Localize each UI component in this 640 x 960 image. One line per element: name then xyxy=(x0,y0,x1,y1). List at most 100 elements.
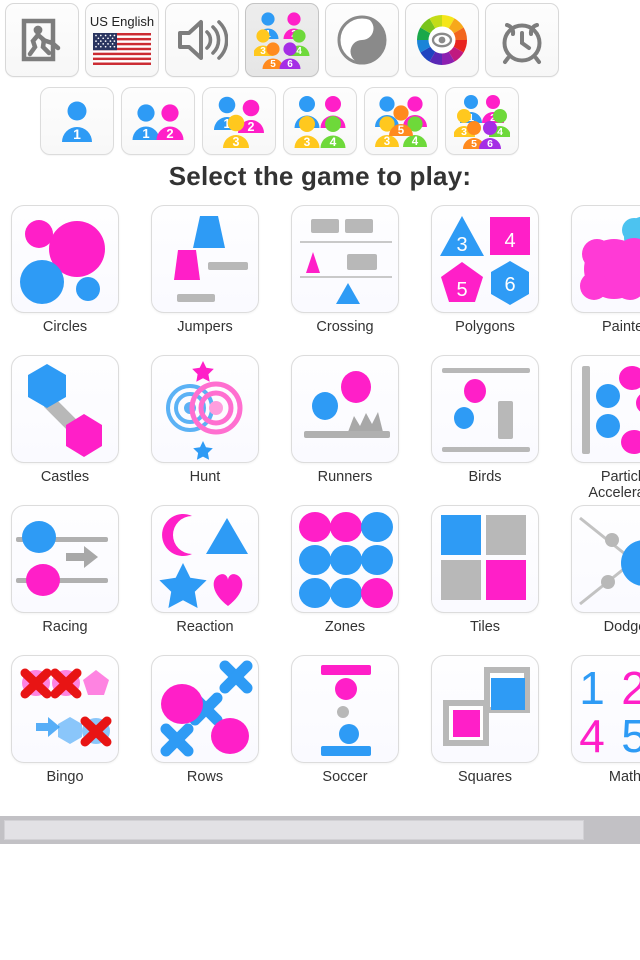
player-count-selector: 1 1 2 1 2 3 1 xyxy=(0,86,640,156)
game-label: Hunt xyxy=(189,469,221,485)
game-thumbnail xyxy=(11,355,119,463)
svg-text:4: 4 xyxy=(330,135,337,148)
svg-text:1: 1 xyxy=(73,126,81,142)
game-label: Particle Accelerator xyxy=(588,469,640,501)
six-players-icon: 1 2 3 4 xyxy=(254,12,310,69)
svg-text:4: 4 xyxy=(296,46,302,57)
players-button[interactable]: 1 2 3 4 xyxy=(245,3,319,77)
game-circles[interactable]: Circles xyxy=(11,205,119,335)
game-painter[interactable]: Painter xyxy=(571,205,640,335)
players-4[interactable]: 1 2 3 4 xyxy=(283,87,357,155)
game-grid: Circles Jumpers Crossing 3 4 5 6 Polygon… xyxy=(0,205,640,810)
game-squares[interactable]: Squares xyxy=(431,655,539,785)
game-bingo[interactable]: Bingo xyxy=(11,655,119,785)
language-button[interactable]: US English xyxy=(85,3,159,77)
svg-text:3: 3 xyxy=(384,136,390,148)
players-2[interactable]: 1 2 xyxy=(121,87,195,155)
svg-text:6: 6 xyxy=(487,138,493,149)
game-jumpers[interactable]: Jumpers xyxy=(151,205,259,335)
game-label: Zones xyxy=(324,619,366,635)
game-thumbnail xyxy=(151,505,259,613)
svg-text:4: 4 xyxy=(504,230,515,252)
game-thumbnail xyxy=(151,655,259,763)
game-crossing[interactable]: Crossing xyxy=(291,205,399,335)
game-thumbnail xyxy=(11,205,119,313)
three-players-icon: 1 2 3 xyxy=(214,96,264,148)
horizontal-scrollbar[interactable] xyxy=(0,816,640,844)
speaker-icon xyxy=(178,20,228,60)
players-6[interactable]: 1 2 3 4 5 6 xyxy=(445,87,519,155)
top-toolbar: US English 3 4 5 6 xyxy=(0,0,640,80)
alarm-clock-icon xyxy=(502,23,542,64)
game-math[interactable]: 1 2 4 5 Math xyxy=(571,655,640,785)
theme-button[interactable] xyxy=(325,3,399,77)
game-label: Squares xyxy=(457,769,512,785)
game-particle-accelerator[interactable]: Particle Accelerator xyxy=(571,355,640,501)
game-label: Circles xyxy=(42,319,88,335)
game-label: Math xyxy=(608,769,640,785)
game-thumbnail: 1 2 4 5 xyxy=(571,655,640,763)
players-5[interactable]: 1 2 3 4 5 xyxy=(364,87,438,155)
svg-text:3: 3 xyxy=(456,234,467,256)
game-row: Bingo Rows Soccer Squares 1 4 Math xyxy=(0,655,640,805)
game-label: Racing xyxy=(42,619,88,635)
game-row: Circles Jumpers Crossing 3 4 5 6 Polygon… xyxy=(0,205,640,355)
game-runners[interactable]: Runners xyxy=(291,355,399,485)
us-flag-icon xyxy=(93,33,151,65)
game-thumbnail xyxy=(11,655,119,763)
six-players-icon-alt: 1 2 3 4 5 6 xyxy=(454,95,510,149)
svg-text:5: 5 xyxy=(456,279,467,301)
game-label: Dodge xyxy=(603,619,640,635)
players-3[interactable]: 1 2 3 xyxy=(202,87,276,155)
svg-text:6: 6 xyxy=(287,59,293,69)
game-soccer[interactable]: Soccer xyxy=(291,655,399,785)
svg-text:5: 5 xyxy=(270,59,276,69)
colors-button[interactable] xyxy=(405,3,479,77)
svg-text:2: 2 xyxy=(166,126,173,141)
exit-button[interactable] xyxy=(5,3,79,77)
exit-door-icon xyxy=(21,18,61,62)
game-rows[interactable]: Rows xyxy=(151,655,259,785)
timer-button[interactable] xyxy=(485,3,559,77)
game-thumbnail xyxy=(431,355,539,463)
svg-text:1: 1 xyxy=(579,662,605,714)
svg-text:5: 5 xyxy=(471,138,477,149)
game-label: Runners xyxy=(317,469,373,485)
game-tiles[interactable]: Tiles xyxy=(431,505,539,635)
svg-text:5: 5 xyxy=(621,710,640,762)
game-castles[interactable]: Castles xyxy=(11,355,119,485)
game-birds[interactable]: Birds xyxy=(431,355,539,485)
language-label: US English xyxy=(89,14,155,29)
game-racing[interactable]: Racing xyxy=(11,505,119,635)
game-hunt[interactable]: Hunt xyxy=(151,355,259,485)
game-dodge[interactable]: Dodge xyxy=(571,505,640,635)
four-players-icon: 1 2 3 4 xyxy=(294,96,346,148)
players-1[interactable]: 1 xyxy=(40,87,114,155)
game-label: Birds xyxy=(468,469,502,485)
svg-text:4: 4 xyxy=(412,136,419,148)
game-label: Polygons xyxy=(455,319,515,335)
svg-text:3: 3 xyxy=(260,46,266,57)
game-polygons[interactable]: 3 4 5 6 Polygons xyxy=(431,205,539,335)
game-zones[interactable]: Zones xyxy=(291,505,399,635)
game-reaction[interactable]: Reaction xyxy=(151,505,259,635)
svg-text:3: 3 xyxy=(233,135,240,148)
game-thumbnail xyxy=(291,205,399,313)
svg-text:6: 6 xyxy=(504,274,515,296)
scrollbar-thumb[interactable] xyxy=(4,820,584,840)
two-players-icon: 1 2 xyxy=(132,104,184,141)
game-thumbnail xyxy=(291,505,399,613)
svg-text:1: 1 xyxy=(142,126,149,141)
game-thumbnail xyxy=(151,205,259,313)
game-thumbnail xyxy=(291,355,399,463)
game-thumbnail xyxy=(11,505,119,613)
game-thumbnail xyxy=(291,655,399,763)
sound-button[interactable] xyxy=(165,3,239,77)
game-row: Racing Reaction Zones Tiles Dodg xyxy=(0,505,640,655)
color-wheel-eye-icon xyxy=(417,15,467,65)
app-root: US English 3 4 5 6 1 1 2 1 2 3 3 4 3 4 5… xyxy=(0,0,640,960)
game-row: Castles Hunt Runners Birds Particl Accel… xyxy=(0,355,640,505)
game-thumbnail xyxy=(151,355,259,463)
svg-text:5: 5 xyxy=(398,125,405,137)
game-label: Reaction xyxy=(176,619,234,635)
